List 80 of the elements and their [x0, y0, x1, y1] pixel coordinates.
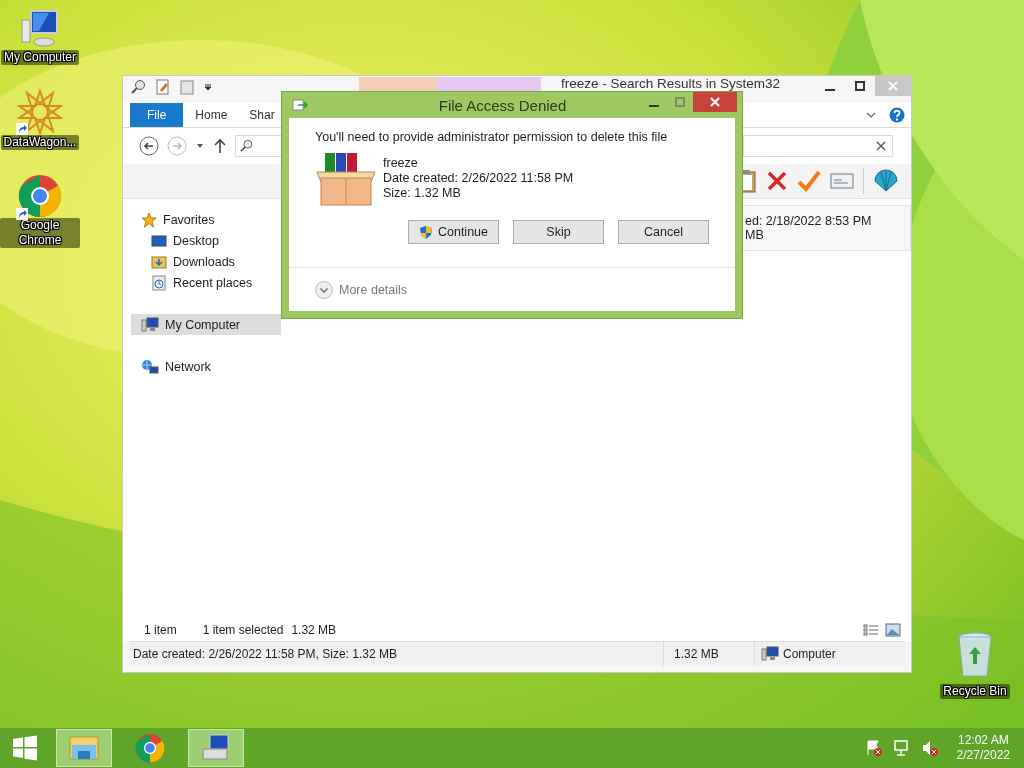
- status-text: 1.32 MB: [663, 642, 754, 666]
- help-icon[interactable]: [889, 107, 905, 123]
- taskbar-button[interactable]: [188, 729, 244, 767]
- chrome-icon[interactable]: [18, 174, 62, 218]
- search-field[interactable]: [743, 135, 893, 157]
- folder-icon: [68, 733, 100, 763]
- sidebar-item[interactable]: My Computer: [131, 314, 281, 335]
- network-icon[interactable]: [892, 739, 911, 757]
- chrome-icon: [135, 733, 165, 763]
- computer-icon: [200, 733, 232, 763]
- more-details-toggle[interactable]: More details: [315, 280, 408, 299]
- sidebar-item[interactable]: Desktop: [123, 230, 281, 251]
- status-text: Computer: [783, 647, 836, 661]
- ribbon-tab[interactable]: Home: [185, 103, 238, 127]
- shell-icon[interactable]: [873, 169, 899, 193]
- table-cell-text: ed: 2/18/2022 8:53 PM: [745, 214, 873, 228]
- desktop-icon: [151, 233, 167, 248]
- checkmark-icon[interactable]: [797, 170, 821, 192]
- network-icon: [141, 358, 159, 375]
- computer-icon: [761, 646, 779, 662]
- dialog-button[interactable]: Continue: [408, 220, 499, 244]
- file-date: Date created: 2/26/2022 11:58 PM: [383, 171, 574, 186]
- sidebar-item[interactable]: Favorites: [123, 209, 281, 230]
- selection-count: 1 item selected: [202, 623, 284, 637]
- close-icon: [710, 97, 720, 107]
- back-button[interactable]: [139, 136, 159, 156]
- file-size: Size: 1.32 MB: [383, 186, 462, 201]
- result-row[interactable]: ed: 2/18/2022 8:53 PM MB: [742, 205, 911, 251]
- desktop-icon-label[interactable]: Google Chrome: [0, 218, 80, 248]
- flag-icon[interactable]: [864, 739, 883, 757]
- dialog-title: File Access Denied: [437, 96, 568, 114]
- chevron-icon: [315, 280, 333, 299]
- desktop-icon-label[interactable]: Recycle Bin: [940, 684, 1010, 699]
- taskbar-button[interactable]: [56, 729, 112, 767]
- desktop-icon-label[interactable]: DataWagon...: [0, 135, 80, 150]
- up-button[interactable]: [213, 138, 227, 154]
- download-folder-icon: [151, 253, 167, 270]
- dialog-button[interactable]: Skip: [513, 220, 604, 244]
- table-cell-text: MB: [745, 228, 765, 242]
- sidebar-item[interactable]: Network: [123, 356, 281, 377]
- caret-icon[interactable]: [203, 82, 213, 92]
- properties-icon[interactable]: [155, 79, 171, 95]
- window-title: freeze - Search Results in System32: [561, 77, 782, 91]
- item-count: 1 item: [144, 623, 177, 637]
- thumbnail-view-icon[interactable]: [885, 623, 901, 637]
- sidebar-item[interactable]: Downloads: [123, 251, 281, 272]
- card-icon[interactable]: [830, 172, 854, 190]
- star-icon: [141, 211, 157, 228]
- search-icon: [240, 139, 254, 153]
- dialog-button[interactable]: Cancel: [618, 220, 709, 244]
- forward-button[interactable]: [167, 136, 187, 156]
- desktop-icon-label[interactable]: My Computer: [1, 50, 79, 65]
- close-button[interactable]: [693, 92, 737, 112]
- ribbon-tab[interactable]: Shar: [239, 103, 285, 127]
- delete-icon[interactable]: [766, 170, 788, 192]
- details-view-icon[interactable]: [863, 624, 879, 636]
- computer-icon[interactable]: [19, 8, 61, 50]
- minimize-icon: [649, 105, 659, 107]
- file-name: freeze: [383, 156, 419, 171]
- ribbon-tab[interactable]: File: [130, 103, 184, 127]
- sidebar-item[interactable]: Recent places: [123, 272, 281, 293]
- recycle-bin-icon[interactable]: [957, 632, 993, 678]
- windows-logo-icon[interactable]: [12, 735, 38, 761]
- star-pattern-icon[interactable]: [17, 89, 63, 135]
- selection-size: 1.32 MB: [291, 623, 337, 637]
- dialog-message: You'll need to provide administrator permission to delete this file: [315, 130, 669, 144]
- maximize-icon: [675, 97, 685, 107]
- clear-icon[interactable]: [876, 141, 886, 151]
- computer-icon: [141, 316, 159, 333]
- maximize-icon: [855, 81, 865, 91]
- folder-icon[interactable]: [179, 79, 195, 95]
- clock-document-icon: [151, 274, 167, 291]
- search-icon[interactable]: [131, 79, 147, 95]
- archive-box-icon: [315, 152, 377, 206]
- file-move-icon: [292, 98, 308, 112]
- chevron-icon[interactable]: [865, 109, 877, 121]
- speaker-muted-icon[interactable]: [920, 739, 939, 757]
- minimize-icon: [825, 89, 835, 91]
- status-text: Date created: 2/26/2022 11:58 PM, Size: 1.32 MB: [132, 647, 398, 661]
- close-icon: [888, 81, 898, 91]
